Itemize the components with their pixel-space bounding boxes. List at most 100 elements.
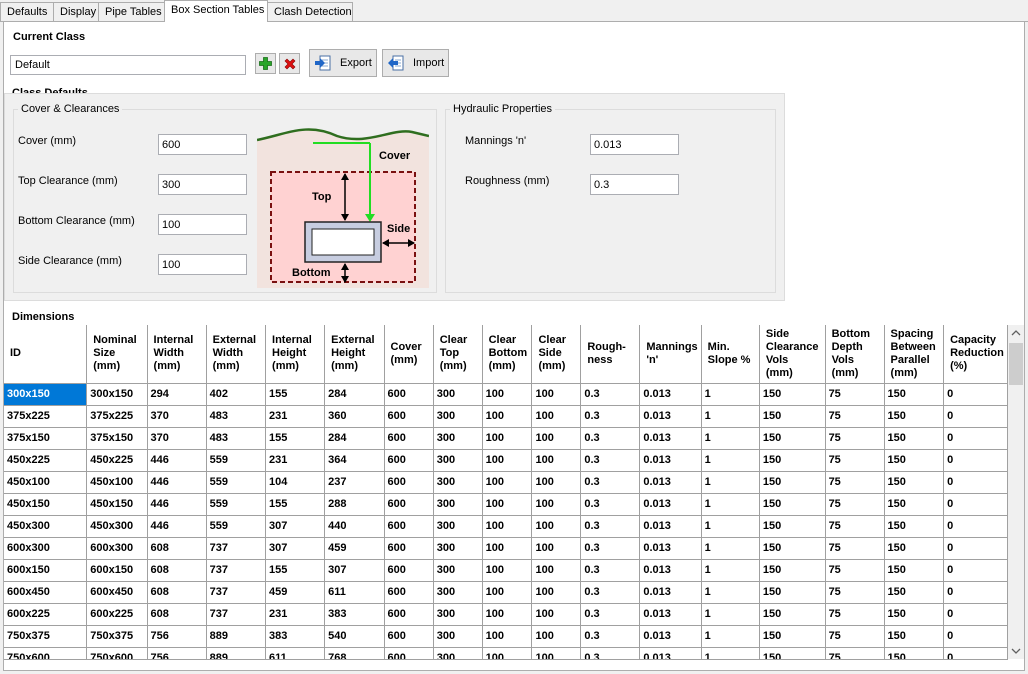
table-cell[interactable]: 150 <box>884 493 945 516</box>
table-cell[interactable]: 155 <box>265 427 326 450</box>
table-cell[interactable]: 0.3 <box>580 405 641 428</box>
table-cell[interactable]: 150 <box>884 603 945 626</box>
table-cell[interactable]: 150 <box>759 405 826 428</box>
table-cell[interactable]: 100 <box>531 427 582 450</box>
table-cell[interactable]: 75 <box>825 603 885 626</box>
table-cell[interactable]: 483 <box>206 427 267 450</box>
table-cell[interactable]: 100 <box>531 625 582 648</box>
table-cell[interactable]: 608 <box>147 537 207 560</box>
cover-input[interactable]: 600 <box>158 134 247 155</box>
table-cell[interactable]: 450x300 <box>86 515 148 538</box>
table-cell[interactable]: 0 <box>943 449 1008 472</box>
table-row[interactable]: 450x300 450x300 446 559 307 440 600 300 100 100 0.… <box>4 515 1008 538</box>
table-row[interactable]: 600x300 600x300 608 737 307 459 600 300 100 100 0.… <box>4 537 1008 560</box>
table-cell[interactable]: 284 <box>324 383 385 406</box>
table-cell[interactable]: 600x450 <box>86 581 148 604</box>
table-cell[interactable]: 889 <box>206 625 267 648</box>
table-cell[interactable]: 100 <box>482 559 533 582</box>
column-header[interactable]: Spacing Between Parallel (mm) <box>884 325 945 384</box>
table-cell[interactable]: 0 <box>943 405 1008 428</box>
table-cell[interactable]: 300 <box>433 515 483 538</box>
tab-pipe-tables[interactable]: Pipe Tables <box>98 2 165 22</box>
table-cell[interactable]: 75 <box>825 427 885 450</box>
table-cell[interactable]: 737 <box>206 603 267 626</box>
table-cell[interactable]: 611 <box>324 581 385 604</box>
table-cell[interactable]: 150 <box>759 647 826 659</box>
row-id-cell[interactable]: 600x150 <box>4 559 88 582</box>
row-id-cell[interactable]: 750x600 <box>4 647 88 659</box>
table-cell[interactable]: 150 <box>759 493 826 516</box>
table-cell[interactable]: 600x300 <box>86 537 148 560</box>
table-cell[interactable]: 300 <box>433 405 483 428</box>
column-header[interactable]: Nominal Size (mm) <box>86 325 148 384</box>
table-cell[interactable]: 1 <box>701 471 760 494</box>
column-header[interactable]: Bottom Depth Vols (mm) <box>825 325 885 384</box>
table-cell[interactable]: 0 <box>943 515 1008 538</box>
table-cell[interactable]: 608 <box>147 581 207 604</box>
table-cell[interactable]: 75 <box>825 559 885 582</box>
row-id-cell[interactable]: 300x150 <box>4 383 88 406</box>
table-cell[interactable]: 300 <box>433 493 483 516</box>
table-cell[interactable]: 100 <box>531 493 582 516</box>
table-cell[interactable]: 75 <box>825 383 885 406</box>
table-cell[interactable]: 100 <box>531 515 582 538</box>
table-cell[interactable]: 307 <box>265 537 326 560</box>
table-row[interactable]: 300x150 300x150 294 402 155 284 600 300 100 100 0.… <box>4 383 1008 406</box>
table-cell[interactable]: 559 <box>206 515 267 538</box>
table-cell[interactable]: 150 <box>884 515 945 538</box>
table-cell[interactable]: 300 <box>433 581 483 604</box>
table-cell[interactable]: 383 <box>265 625 326 648</box>
table-cell[interactable]: 446 <box>147 515 207 538</box>
table-cell[interactable]: 0.3 <box>580 647 641 659</box>
table-cell[interactable]: 0.013 <box>639 603 702 626</box>
table-cell[interactable]: 1 <box>701 405 760 428</box>
table-cell[interactable]: 75 <box>825 581 885 604</box>
column-header[interactable]: Internal Height (mm) <box>265 325 326 384</box>
table-cell[interactable]: 100 <box>482 471 533 494</box>
table-row[interactable]: 600x225 600x225 608 737 231 383 600 300 100 100 0.… <box>4 603 1008 626</box>
column-header[interactable]: Clear Top (mm) <box>433 325 483 384</box>
table-cell[interactable]: 446 <box>147 449 207 472</box>
table-cell[interactable]: 1 <box>701 647 760 659</box>
table-row[interactable]: 450x100 450x100 446 559 104 237 600 300 100 100 0.… <box>4 471 1008 494</box>
table-cell[interactable]: 150 <box>759 471 826 494</box>
table-cell[interactable]: 300 <box>433 647 483 659</box>
table-cell[interactable]: 600 <box>384 581 434 604</box>
table-row[interactable]: 450x150 450x150 446 559 155 288 600 300 100 100 0.… <box>4 493 1008 516</box>
table-cell[interactable]: 100 <box>531 471 582 494</box>
table-cell[interactable]: 100 <box>531 537 582 560</box>
table-cell[interactable]: 383 <box>324 603 385 626</box>
table-cell[interactable]: 559 <box>206 493 267 516</box>
table-cell[interactable]: 75 <box>825 493 885 516</box>
table-cell[interactable]: 100 <box>531 581 582 604</box>
table-cell[interactable]: 231 <box>265 449 326 472</box>
table-cell[interactable]: 0 <box>943 559 1008 582</box>
table-cell[interactable]: 600 <box>384 427 434 450</box>
table-cell[interactable]: 608 <box>147 603 207 626</box>
tab-clash-detection[interactable]: Clash Detection <box>267 2 353 22</box>
column-header[interactable]: Side Clearance Vols (mm) <box>759 325 826 384</box>
table-cell[interactable]: 600 <box>384 405 434 428</box>
table-cell[interactable]: 300 <box>433 383 483 406</box>
table-cell[interactable]: 150 <box>884 427 945 450</box>
table-cell[interactable]: 100 <box>531 405 582 428</box>
table-cell[interactable]: 150 <box>884 449 945 472</box>
table-cell[interactable]: 150 <box>884 559 945 582</box>
table-cell[interactable]: 155 <box>265 493 326 516</box>
table-cell[interactable]: 370 <box>147 405 207 428</box>
table-cell[interactable]: 0.013 <box>639 537 702 560</box>
table-cell[interactable]: 0.013 <box>639 471 702 494</box>
dimensions-grid[interactable]: ID Nominal Size (mm) Internal Width (mm) Ex… <box>4 325 1008 659</box>
mannings-input[interactable]: 0.013 <box>590 134 679 155</box>
table-cell[interactable]: 450x150 <box>86 493 148 516</box>
table-cell[interactable]: 0.013 <box>639 493 702 516</box>
table-cell[interactable]: 600 <box>384 493 434 516</box>
table-cell[interactable]: 446 <box>147 471 207 494</box>
table-cell[interactable]: 104 <box>265 471 326 494</box>
column-header[interactable]: Internal Width (mm) <box>147 325 207 384</box>
tab-box-section-tables[interactable]: Box Section Tables <box>164 0 268 22</box>
table-cell[interactable]: 0 <box>943 383 1008 406</box>
table-cell[interactable]: 737 <box>206 581 267 604</box>
table-cell[interactable]: 600 <box>384 537 434 560</box>
row-id-cell[interactable]: 450x225 <box>4 449 88 472</box>
